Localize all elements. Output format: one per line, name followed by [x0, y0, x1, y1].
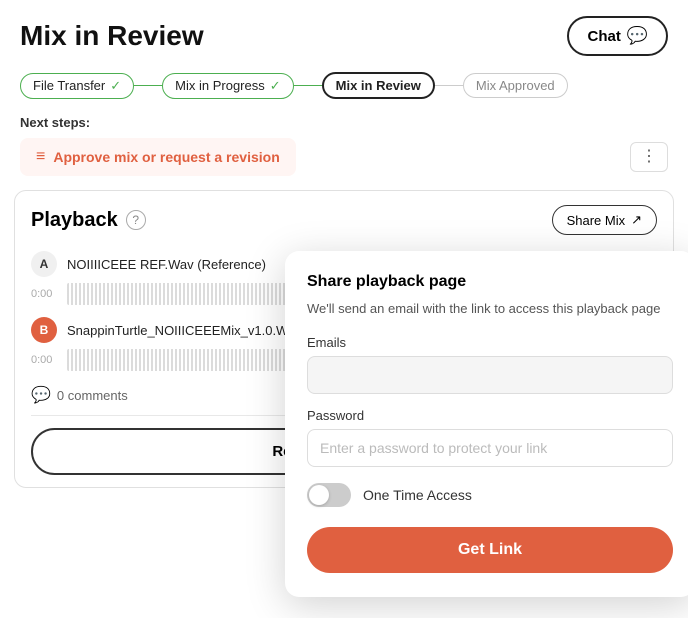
- check-icon-file-transfer: ✓: [110, 78, 121, 94]
- approve-or-revision-button[interactable]: ≡ Approve mix or request a revision: [20, 138, 296, 176]
- check-icon-mix-in-progress: ✓: [270, 78, 281, 94]
- step-label-mix-approved: Mix Approved: [463, 73, 568, 98]
- share-panel: Share playback page We'll send an email …: [285, 251, 688, 597]
- connector-1: [134, 85, 162, 87]
- connector-3: [435, 85, 463, 87]
- one-time-toggle[interactable]: [307, 483, 351, 507]
- more-options-button[interactable]: ⋮: [630, 142, 668, 172]
- password-label: Password: [307, 408, 673, 423]
- chat-icon: 💬: [627, 26, 648, 46]
- get-link-button[interactable]: Get Link: [307, 527, 673, 573]
- next-steps-row: ≡ Approve mix or request a revision ⋮: [20, 138, 668, 176]
- track-a-name: NOIIIICEEE REF.Wav (Reference): [67, 257, 266, 272]
- page-title: Mix in Review: [20, 20, 204, 52]
- emails-label: Emails: [307, 335, 673, 350]
- chat-label: Chat: [587, 28, 620, 45]
- share-mix-button[interactable]: Share Mix ↗: [552, 205, 657, 235]
- step-mix-in-review[interactable]: Mix in Review: [322, 72, 435, 99]
- share-icon: ↗: [631, 212, 642, 228]
- step-label-mix-in-review: Mix in Review: [322, 72, 435, 99]
- playback-header: Playback ? Share Mix ↗: [15, 191, 673, 245]
- next-step-text: Approve mix or request a revision: [53, 149, 279, 165]
- playback-title-row: Playback ?: [31, 209, 146, 232]
- track-b-badge: B: [31, 317, 57, 343]
- track-a-time: 0:00: [31, 288, 59, 300]
- share-mix-label: Share Mix: [567, 213, 626, 228]
- share-panel-description: We'll send an email with the link to acc…: [307, 299, 673, 319]
- next-steps-label: Next steps:: [20, 115, 668, 130]
- list-icon: ≡: [36, 148, 45, 166]
- step-label-mix-in-progress: Mix in Progress ✓: [162, 73, 293, 99]
- track-b-name: SnappinTurtle_NOIIICEEEMix_v1.0.W: [67, 323, 288, 338]
- one-time-label: One Time Access: [363, 487, 472, 503]
- next-steps-section: Next steps: ≡ Approve mix or request a r…: [0, 109, 688, 176]
- share-panel-title: Share playback page: [307, 273, 673, 291]
- playback-section: Playback ? Share Mix ↗ A NOIIIICEEE REF.…: [14, 190, 674, 488]
- comment-count: 0 comments: [57, 388, 128, 403]
- one-time-access-row: One Time Access: [307, 483, 673, 507]
- password-input[interactable]: [307, 429, 673, 467]
- connector-2: [294, 85, 322, 87]
- track-a-badge: A: [31, 251, 57, 277]
- step-mix-in-progress[interactable]: Mix in Progress ✓: [162, 73, 293, 99]
- playback-help-button[interactable]: ?: [126, 210, 146, 230]
- page-header: Mix in Review Chat 💬: [0, 0, 688, 64]
- chat-button[interactable]: Chat 💬: [567, 16, 668, 56]
- comment-icon: 💬: [31, 385, 51, 405]
- step-mix-approved[interactable]: Mix Approved: [463, 73, 568, 98]
- password-wrap: [307, 429, 673, 467]
- step-file-transfer[interactable]: File Transfer ✓: [20, 73, 134, 99]
- progress-steps: File Transfer ✓ Mix in Progress ✓ Mix in…: [0, 64, 688, 109]
- track-b-time: 0:00: [31, 354, 59, 366]
- step-label-file-transfer: File Transfer ✓: [20, 73, 134, 99]
- emails-input[interactable]: [307, 356, 673, 394]
- playback-title: Playback: [31, 209, 118, 232]
- toggle-thumb: [309, 485, 329, 505]
